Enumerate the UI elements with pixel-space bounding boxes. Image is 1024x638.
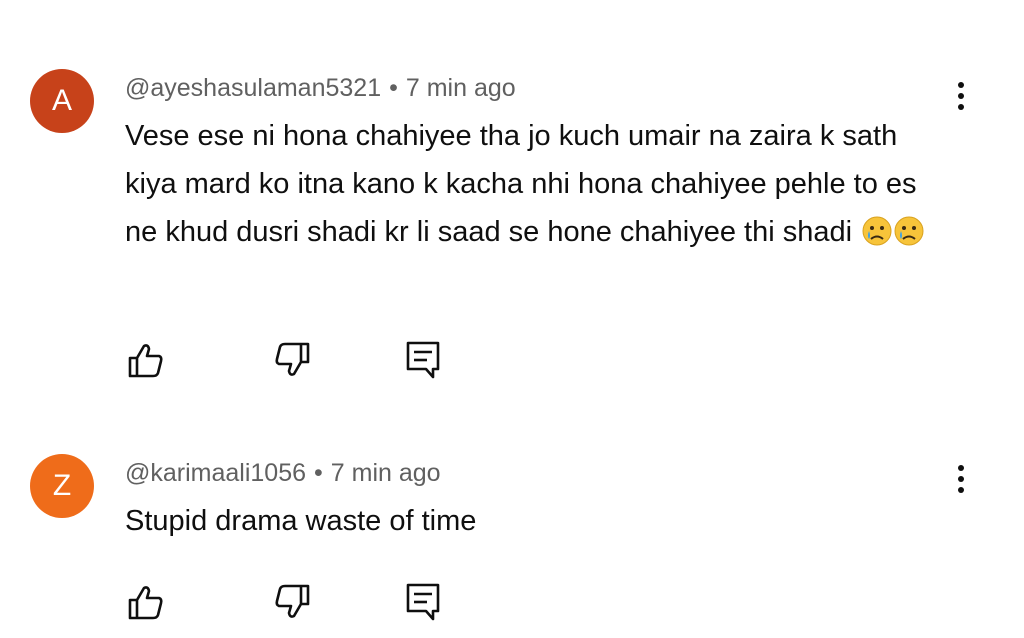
timestamp[interactable]: 7 min ago [331,459,441,487]
meta-separator: • [314,459,323,487]
like-button[interactable] [124,580,168,624]
comment-text: Stupid drama waste of time [125,497,925,545]
avatar[interactable]: Z [30,454,94,518]
username[interactable]: @karimaali1056 [125,459,306,487]
comment-text-content: Stupid drama waste of time [125,505,477,537]
reply-icon [406,583,440,621]
dislike-button[interactable] [270,580,314,624]
reply-button[interactable] [402,580,446,624]
thumbs-down-icon [275,584,310,618]
thumbs-up-icon [128,586,163,620]
comment-meta: @karimaali1056 • 7 min ago [125,459,441,488]
more-vert-icon[interactable] [946,461,976,505]
comment-2: Z @karimaali1056 • 7 min ago Stupid drama … [0,0,1024,638]
